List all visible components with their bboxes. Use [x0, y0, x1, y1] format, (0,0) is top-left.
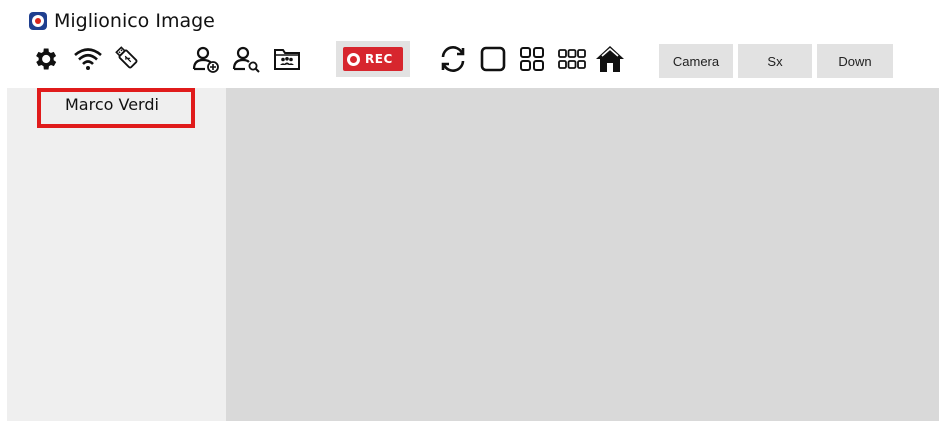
- sx-button[interactable]: Sx: [738, 44, 812, 78]
- list-item-user[interactable]: Marco Verdi: [37, 88, 195, 128]
- single-view-icon[interactable]: [476, 40, 510, 78]
- search-user-icon[interactable]: [228, 40, 264, 78]
- down-button[interactable]: Down: [817, 44, 893, 78]
- add-user-icon[interactable]: [188, 40, 224, 78]
- home-icon[interactable]: [592, 40, 628, 78]
- wifi-icon[interactable]: [70, 40, 106, 78]
- title-bar: Miglionico Image: [29, 9, 215, 33]
- record-button[interactable]: REC: [336, 41, 410, 77]
- gear-icon[interactable]: [28, 40, 62, 78]
- group-folder-icon[interactable]: [269, 40, 305, 78]
- toolbar: REC Camera Sx Down: [0, 40, 939, 82]
- grid-2x3-icon[interactable]: [554, 40, 590, 78]
- user-sidebar: Marco Verdi: [7, 88, 226, 421]
- camera-button[interactable]: Camera: [659, 44, 733, 78]
- grid-2x2-icon[interactable]: [515, 40, 549, 78]
- record-label: REC: [365, 52, 393, 66]
- app-logo-icon: [29, 12, 47, 30]
- app-title: Miglionico Image: [54, 10, 215, 32]
- refresh-icon[interactable]: [435, 40, 471, 78]
- record-icon: REC: [343, 47, 403, 71]
- camera-view-area[interactable]: [226, 88, 939, 421]
- usb-drive-icon[interactable]: [110, 40, 146, 78]
- user-name: Marco Verdi: [65, 95, 159, 114]
